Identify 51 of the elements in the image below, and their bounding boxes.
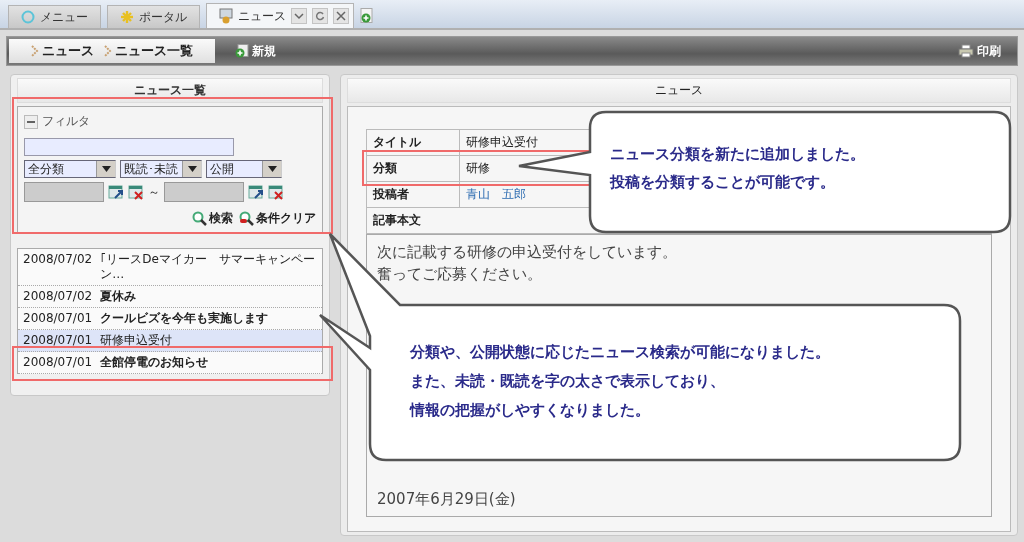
chevron-icon xyxy=(104,45,112,57)
search-button[interactable]: 検索 xyxy=(192,210,233,227)
ring-icon xyxy=(21,10,35,24)
dropdown[interactable]: 既読･未読 xyxy=(120,160,202,178)
chevron-icon xyxy=(31,45,39,57)
tab[interactable]: ポータル xyxy=(107,5,200,28)
body-text: 奮ってご応募ください。 xyxy=(377,264,543,285)
tab[interactable]: ニュース xyxy=(206,3,354,28)
field-label: 分類 xyxy=(366,155,460,182)
dropdown[interactable]: 全分類 xyxy=(24,160,116,178)
breadcrumb-link[interactable]: ニュース一覧 xyxy=(115,42,193,60)
new-button[interactable]: 新規 xyxy=(229,37,282,65)
news-list-item[interactable]: 2008/07/02 ｢リースDeマイカー サマーキャンペーン… xyxy=(18,249,322,286)
add-tab-icon[interactable] xyxy=(360,8,374,24)
add-document-icon xyxy=(235,44,249,58)
body-text: 次に記載する研修の申込受付をしています。 xyxy=(377,242,678,263)
dropdown-arrow-icon[interactable] xyxy=(267,166,277,172)
filter-label: フィルタ xyxy=(42,113,90,130)
print-button[interactable]: 印刷 xyxy=(952,37,1007,65)
dropdown-icon[interactable] xyxy=(291,8,307,24)
calendar-clear-icon[interactable] xyxy=(128,184,144,200)
close-icon[interactable] xyxy=(333,8,349,24)
news-list-item[interactable]: 2008/07/01 研修申込受付 xyxy=(18,330,322,352)
dropdown-arrow-icon[interactable] xyxy=(101,166,111,172)
news-list-item[interactable]: 2008/07/02 夏休み xyxy=(18,286,322,308)
search-clear-icon xyxy=(239,211,254,226)
panel-title: ニュース xyxy=(347,78,1011,103)
search-icon xyxy=(192,211,207,226)
calendar-clear-icon[interactable] xyxy=(268,184,284,200)
printer-icon xyxy=(958,44,974,58)
body-date: 2007年6月29日(金) xyxy=(377,489,517,510)
tab[interactable]: メニュー xyxy=(8,5,101,28)
date-field[interactable] xyxy=(164,182,244,202)
dropdown[interactable]: 公開 xyxy=(206,160,282,178)
asterisk-icon xyxy=(120,10,134,24)
date-field[interactable] xyxy=(24,182,104,202)
field-label: タイトル xyxy=(366,129,460,156)
dropdown-arrow-icon[interactable] xyxy=(187,166,197,172)
range-separator: ～ xyxy=(148,183,160,201)
clear-conditions-button[interactable]: 条件クリア xyxy=(239,210,316,227)
news-list-item[interactable]: 2008/07/01 クールビズを今年も実施します xyxy=(18,308,322,330)
keyword-field[interactable] xyxy=(24,138,234,156)
collapse-icon[interactable] xyxy=(24,114,38,129)
panel-title: ニュース一覧 xyxy=(17,78,323,103)
news-list-item[interactable]: 2008/07/01 全館停電のお知らせ xyxy=(18,352,322,374)
field-label: 投稿者 xyxy=(366,181,460,208)
refresh-icon[interactable] xyxy=(312,8,328,24)
newspaper-icon xyxy=(219,8,233,24)
breadcrumb-link[interactable]: ニュース xyxy=(42,42,94,60)
callout-text: 分類や、公開状態に応じたニュース検索が可能になりました。 また、未読・既読を字の太さで表示しており、 情報の把握がしやすくなりました。 xyxy=(410,342,830,421)
author-link[interactable]: 青山 五郎 xyxy=(466,187,526,201)
